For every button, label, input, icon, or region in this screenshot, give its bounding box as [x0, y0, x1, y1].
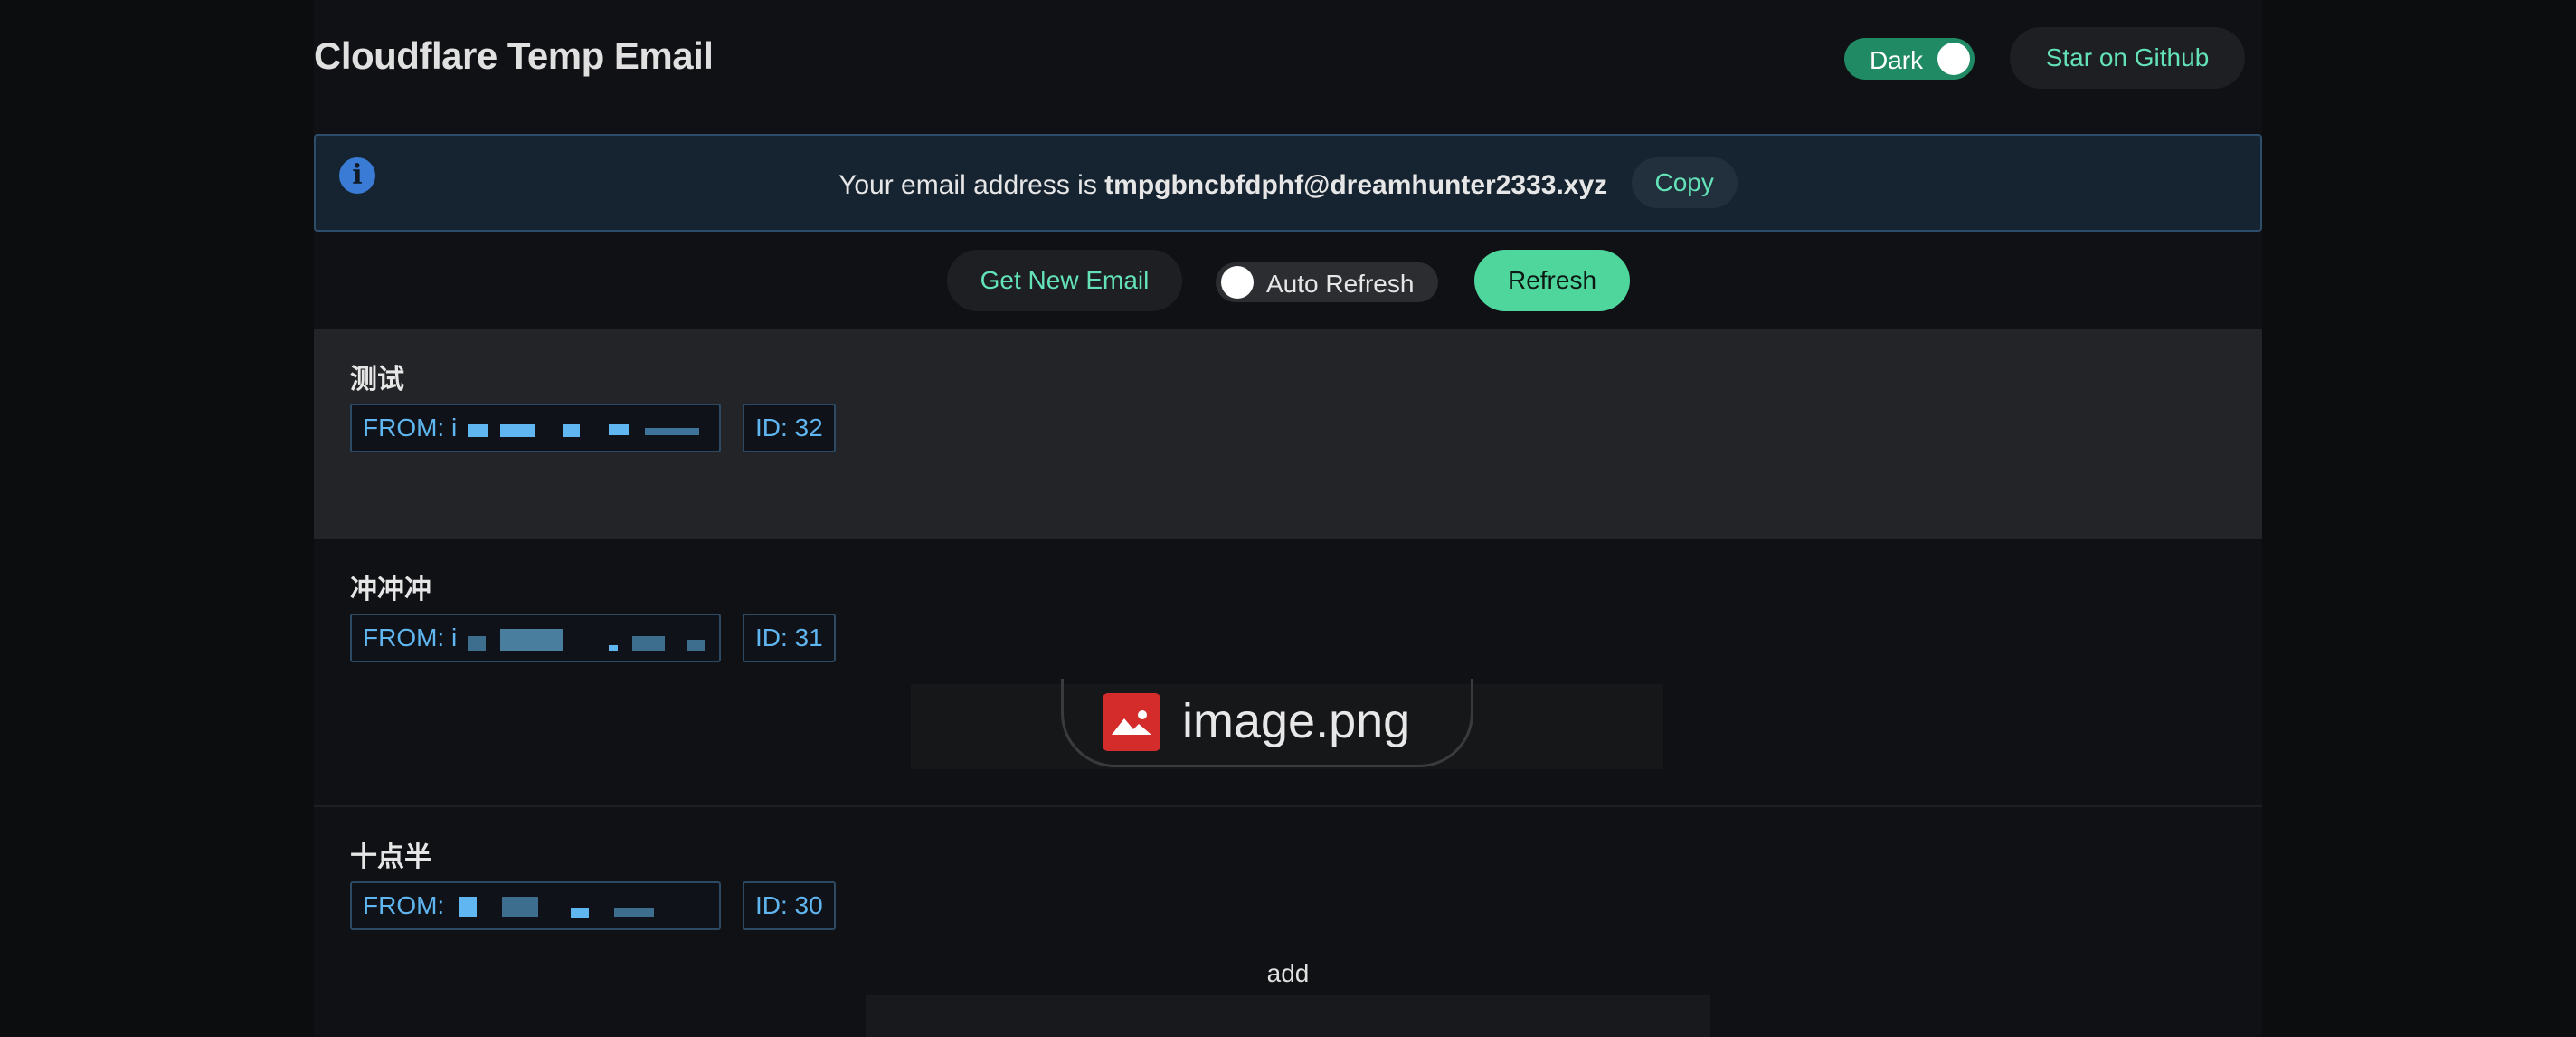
mail-id-tag: ID: 32 [743, 404, 836, 452]
header: Cloudflare Temp Email Dark Star on Githu… [314, 0, 2262, 118]
mail-subject: 十点半 [350, 842, 431, 873]
auto-refresh-knob [1221, 266, 1254, 299]
mail-body-text: add [1266, 959, 1310, 987]
email-address-alert: i Your email address is tmpgbncbfdphf@dr… [314, 134, 2262, 232]
auto-refresh-toggle[interactable]: Auto Refresh [1216, 262, 1438, 302]
get-new-email-button[interactable]: Get New Email [947, 250, 1182, 311]
copy-button[interactable]: Copy [1631, 157, 1738, 208]
theme-toggle-label: Dark [1870, 46, 1924, 74]
email-address-value: tmpgbncbfdphf@dreamhunter2333.xyz [1104, 169, 1608, 200]
mail-from-tag: FROM: i [350, 614, 721, 662]
mail-from-tag: FROM: i [350, 404, 721, 452]
mail-subject: 冲冲冲 [350, 574, 431, 605]
auto-refresh-label: Auto Refresh [1266, 270, 1415, 298]
attachment-preview[interactable]: image.png [911, 679, 1663, 769]
mail-from-label: FROM: i [363, 623, 458, 652]
mail-from-label: FROM: i [363, 414, 458, 442]
refresh-button[interactable]: Refresh [1474, 250, 1630, 311]
redacted-sender [451, 896, 719, 918]
app-title: Cloudflare Temp Email [314, 34, 714, 77]
app-container: Cloudflare Temp Email Dark Star on Githu… [314, 0, 2262, 1037]
email-address-message: Your email address is tmpgbncbfdphf@drea… [316, 157, 2260, 212]
mail-id-tag: ID: 30 [743, 881, 836, 930]
star-on-github-button[interactable]: Star on Github [2010, 27, 2245, 89]
mail-from-label: FROM: [363, 891, 445, 919]
redacted-sender [464, 419, 719, 441]
mail-body-frame [866, 995, 1710, 1037]
theme-toggle[interactable]: Dark [1844, 38, 1975, 80]
mail-id-tag: ID: 31 [743, 614, 836, 662]
mail-from-tag: FROM: [350, 881, 721, 930]
email-address-prefix: Your email address is [838, 169, 1097, 200]
redacted-sender [464, 628, 719, 651]
mail-subject: 测试 [350, 364, 404, 395]
attachment-filename: image.png [1182, 694, 1411, 748]
mail-item[interactable]: 测试 FROM: i ID: 32 [314, 329, 2262, 539]
image-file-icon [1103, 693, 1160, 751]
action-bar: Get New Email Auto Refresh Refresh [314, 250, 2262, 313]
theme-toggle-knob [1937, 43, 1970, 75]
